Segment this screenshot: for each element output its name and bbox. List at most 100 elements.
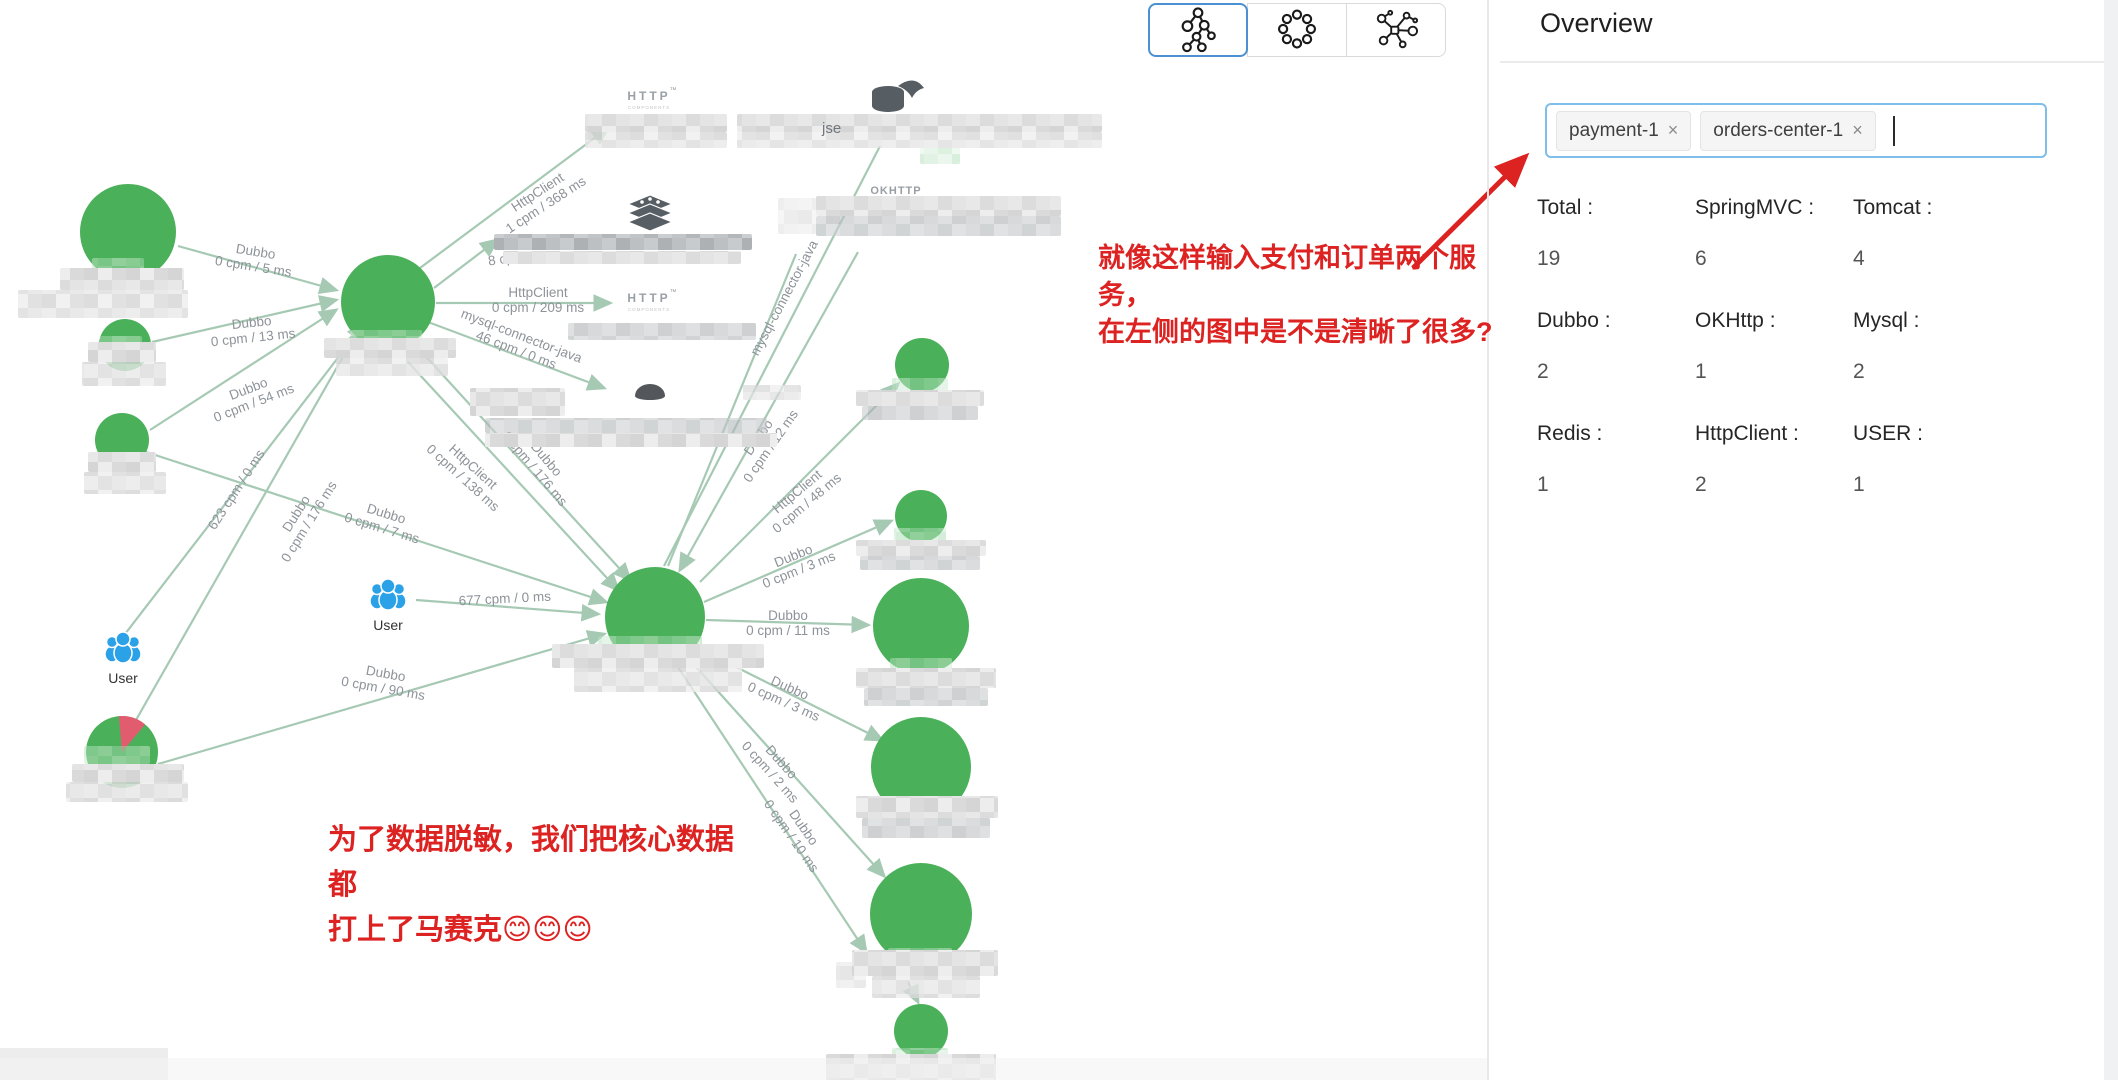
annotation-bottom-line2: 打上了马赛克😊😊😊 (328, 908, 748, 953)
svg-text:0 cpm / 209 ms: 0 cpm / 209 ms (492, 300, 585, 315)
filter-tag-text: payment-1 (1569, 120, 1659, 142)
svg-text:HttpClient: HttpClient (508, 285, 568, 300)
layout-toolbar (1148, 3, 1446, 57)
stat-mysql: Mysql :2 (1853, 309, 2011, 384)
mosaic-label (72, 764, 184, 782)
edge-label: Dubbo0 cpm / 3 ms (755, 534, 838, 591)
text-cursor (1893, 116, 1895, 146)
annotation-top-line1: 就像这样输入支付和订单两个服务， (1098, 240, 1518, 314)
hierarchy-layout-icon (1169, 7, 1227, 53)
edge-label: Dubbo0 cpm / 3 ms (745, 665, 828, 724)
svg-text:™: ™ (670, 289, 677, 296)
service-map-page: Dubbo0 cpm / 5 msDubbo0 cpm / 13 msDubbo… (0, 0, 2118, 1080)
edge-label: Dubbo0 cpm / 5 ms (214, 238, 295, 280)
mosaic-label (856, 668, 996, 688)
mosaic-label (856, 796, 998, 818)
scrollbar[interactable] (2104, 0, 2118, 1080)
httpcomponents-logo: HTTP™ COMPONENTS (627, 87, 676, 110)
stat-label: Total : (1537, 196, 1695, 220)
mosaic-label (18, 290, 188, 318)
stat-value: 19 (1537, 247, 1695, 271)
edge-label: Dubbo0 cpm / 7 ms (343, 495, 426, 546)
stat-label: Tomcat : (1853, 196, 2011, 220)
mosaic-label (503, 251, 741, 264)
stat-value: 2 (1537, 360, 1695, 384)
user-icon[interactable]: User (370, 579, 406, 633)
svg-text:COMPONENTS: COMPONENTS (628, 105, 670, 110)
mosaic-label (852, 950, 998, 976)
service-edge (158, 634, 604, 764)
mosaic-label (920, 148, 960, 164)
panel-title: Overview (1540, 8, 1653, 39)
mosaic-label (88, 342, 156, 362)
mosaic-label (737, 114, 1102, 132)
mosaic-label (66, 782, 188, 802)
edge-label: mysql-connector-java46 cpm / 0 ms (454, 306, 585, 380)
stat-value: 1 (1853, 473, 2011, 497)
mosaic-label (84, 472, 166, 494)
stat-label: Redis : (1537, 422, 1695, 446)
edge-label: Dubbo0 cpm / 176 ms (265, 470, 339, 564)
mosaic-label (862, 818, 990, 838)
stat-label: Mysql : (1853, 309, 2011, 333)
stat-label: SpringMVC : (1695, 196, 1853, 220)
redis-logo (628, 195, 672, 231)
edge-label: 677 cpm / 0 ms (458, 589, 551, 609)
stat-httpclient: HttpClient : 2 (1695, 422, 1853, 497)
mosaic-label (574, 668, 742, 692)
service-edge (434, 240, 497, 288)
force-layout-button[interactable] (1346, 3, 1446, 57)
svg-text:HTTP: HTTP (627, 291, 670, 305)
mosaic-label (84, 746, 150, 764)
mosaic-label (82, 362, 166, 386)
mosaic-label (816, 216, 1061, 236)
svg-text:0 cpm / 11 ms: 0 cpm / 11 ms (746, 623, 830, 638)
svg-text:™: ™ (670, 87, 677, 94)
annotation-bottom-line1: 为了数据脱敏，我们把核心数据都 (328, 818, 748, 908)
remove-tag-icon[interactable]: × (1668, 120, 1679, 141)
mosaic-label (336, 358, 448, 376)
stat-redis: Redis :1 (1537, 422, 1695, 497)
edge-label: Dubbo0 cpm / 2 ms (739, 728, 813, 806)
mosaic-label (860, 556, 980, 570)
httpcomponents-logo: HTTP™ COMPONENTS (627, 289, 676, 312)
stat-value: 6 (1695, 247, 1853, 271)
edge-label: HttpClient1 cpm / 368 ms (495, 161, 589, 237)
stat-okhttp: OKHttp :1 (1695, 309, 1853, 384)
circular-layout-button[interactable] (1247, 3, 1347, 57)
svg-text:HTTP: HTTP (627, 89, 670, 103)
stats-grid: Total :19SpringMVC :6Tomcat :4Dubbo :2OK… (1537, 196, 2011, 535)
edge-label: Dubbo0 cpm / 54 ms (206, 367, 296, 425)
mosaic-label (568, 323, 756, 340)
edge-label: Dubbo0 cpm / 90 ms (340, 659, 429, 703)
service-filter-input[interactable]: payment-1×orders-center-1× (1545, 103, 2047, 158)
title-divider (1500, 61, 2104, 63)
stat-springmvc: SpringMVC : 6 (1695, 196, 1853, 271)
svg-text:COMPONENTS: COMPONENTS (628, 307, 670, 312)
mosaic-label (60, 268, 184, 290)
mosaic-label (585, 132, 727, 148)
mosaic-label (816, 196, 1061, 216)
db-icon (635, 384, 665, 400)
stat-value: 1 (1695, 360, 1853, 384)
edge-label: HttpClient0 cpm / 48 ms (760, 458, 844, 536)
mosaic-label (862, 406, 978, 420)
filter-tag[interactable]: orders-center-1× (1700, 111, 1875, 151)
stat-label: Dubbo : (1537, 309, 1695, 333)
okhttp-logo: OKHTTP (870, 185, 921, 197)
bottom-fade (0, 1058, 1487, 1080)
stat-label: HttpClient : (1695, 422, 1853, 446)
svg-text:677 cpm / 0 ms: 677 cpm / 0 ms (458, 589, 551, 609)
filter-tag[interactable]: payment-1 × (1556, 111, 1691, 151)
mosaic-label (470, 388, 565, 416)
user-icon[interactable]: User (105, 632, 141, 686)
hierarchy-layout-button[interactable] (1148, 3, 1248, 57)
panel-divider (1487, 0, 1489, 1080)
user-label: User (373, 617, 403, 633)
stat-total: Total : 19 (1537, 196, 1695, 271)
remove-tag-icon[interactable]: × (1852, 120, 1863, 141)
svg-text:Dubbo: Dubbo (768, 608, 808, 623)
stat-value: 2 (1695, 473, 1853, 497)
stat-tomcat: Tomcat :4 (1853, 196, 2011, 271)
stat-user: USER :1 (1853, 422, 2011, 497)
